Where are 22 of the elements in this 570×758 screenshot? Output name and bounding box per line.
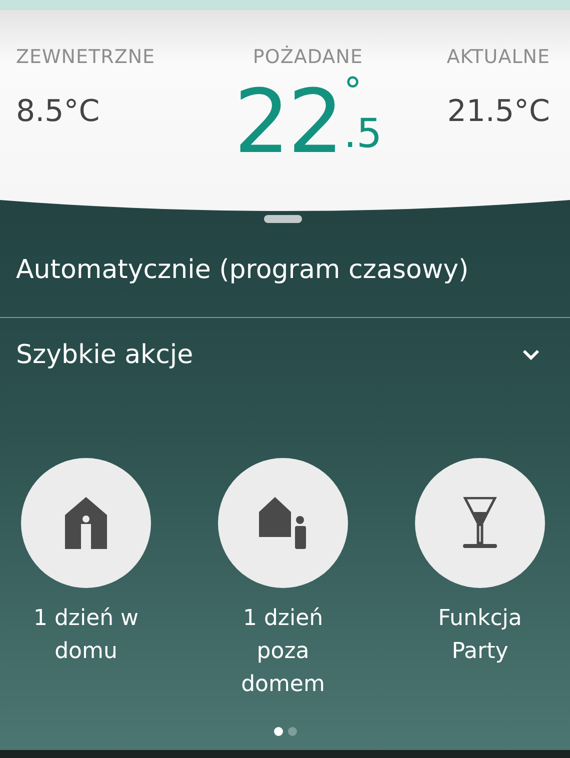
action-label: Funkcja Party [437, 605, 523, 666]
page-indicator-dot[interactable] [288, 727, 296, 736]
drag-handle[interactable] [264, 215, 302, 223]
reading-label: ZEWNETRZNE [16, 46, 156, 68]
house-and-person-icon [259, 497, 307, 549]
mode-row[interactable]: Automatycznie (program czasowy) [0, 222, 570, 318]
page-indicator-dot[interactable] [274, 727, 282, 736]
section-title: Szybkie akcje [16, 340, 194, 370]
desired-label: POŻADANE [252, 46, 363, 68]
desired-temperature: 22 [234, 72, 342, 172]
chevron-icon [522, 349, 540, 361]
reading-value: 21.5°C [447, 94, 550, 129]
house-with-person-icon [65, 497, 107, 549]
glass-icon [463, 497, 497, 549]
action-label: 1 dzień poza domem [240, 605, 326, 699]
mode-text: Automatycznie (program czasowy) [16, 254, 469, 284]
action-label: 1 dzień w domu [32, 605, 140, 666]
reading-label: AKTUALNE [446, 46, 550, 68]
degree-sign: ° [344, 72, 363, 112]
desired-fraction: .5 [344, 112, 382, 156]
reading-value: 8.5°C [16, 94, 101, 129]
quick-actions-header[interactable]: Szybkie akcje [0, 318, 570, 370]
